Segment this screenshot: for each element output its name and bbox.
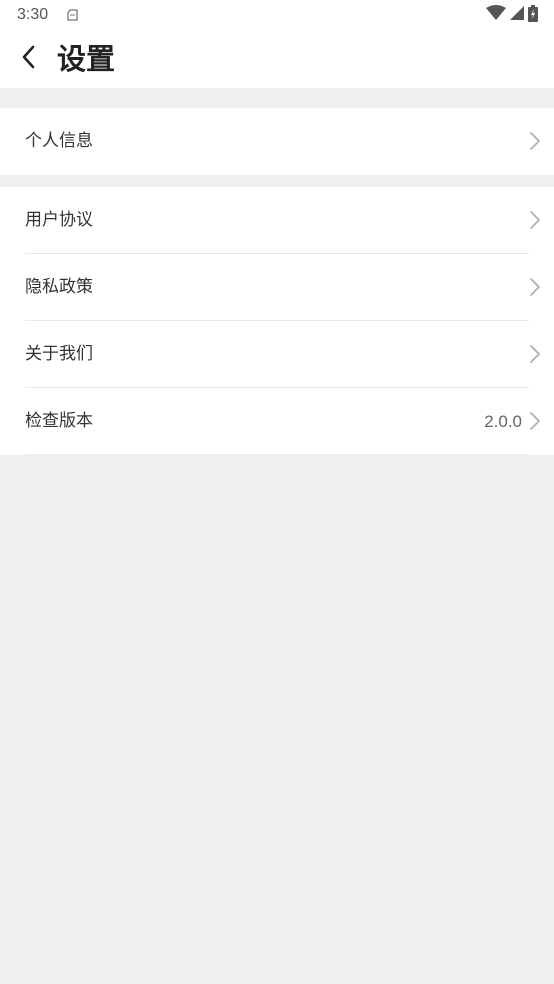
settings-item-about-us[interactable]: 关于我们	[0, 321, 554, 388]
app-header: 设置	[0, 30, 554, 88]
settings-item-user-agreement[interactable]: 用户协议	[0, 187, 554, 254]
settings-item-label: 用户协议	[25, 210, 93, 230]
status-icons	[486, 4, 538, 26]
settings-item-personal-info[interactable]: 个人信息	[0, 108, 554, 175]
wifi-icon	[486, 5, 506, 25]
settings-item-label: 隐私政策	[25, 277, 93, 297]
chevron-left-icon	[21, 45, 35, 73]
settings-item-label: 关于我们	[25, 344, 93, 364]
chevron-right-icon	[529, 210, 541, 230]
status-bar: 3:30	[0, 0, 554, 30]
back-button[interactable]	[10, 40, 46, 78]
battery-charging-icon	[528, 4, 538, 26]
settings-item-privacy-policy[interactable]: 隐私政策	[0, 254, 554, 321]
settings-group-about: 用户协议 隐私政策 关于我们 检查版本 2.0.0	[0, 187, 554, 455]
chevron-right-icon	[529, 131, 541, 151]
chevron-right-icon	[529, 344, 541, 364]
chevron-right-icon	[529, 411, 541, 431]
settings-group-profile: 个人信息	[0, 108, 554, 175]
chevron-right-icon	[529, 277, 541, 297]
cell-signal-icon	[509, 5, 525, 25]
page-title: 设置	[57, 42, 116, 76]
settings-item-check-version[interactable]: 检查版本 2.0.0	[0, 388, 554, 455]
status-time: 3:30	[17, 6, 49, 23]
version-value: 2.0.0	[484, 412, 522, 431]
sim-card-icon	[66, 7, 80, 21]
settings-item-label: 个人信息	[25, 131, 93, 151]
settings-item-label: 检查版本	[25, 411, 93, 431]
